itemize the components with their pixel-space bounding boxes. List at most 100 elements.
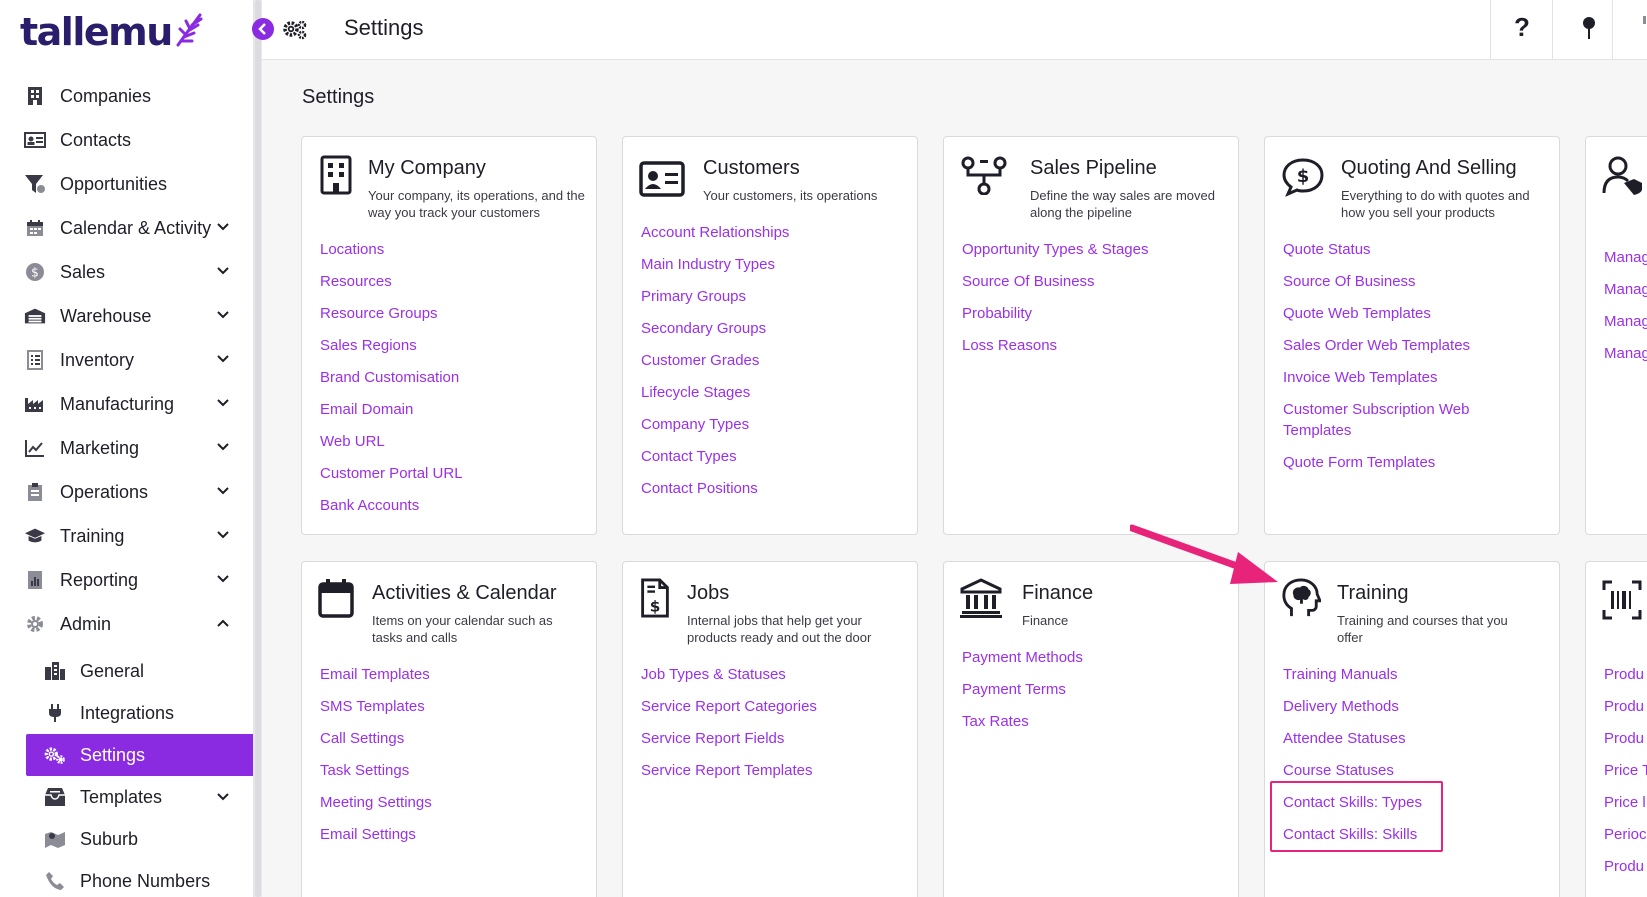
sidebar-item-companies[interactable]: Companies — [0, 74, 253, 118]
settings-link[interactable]: Email Domain — [320, 399, 590, 420]
settings-link[interactable]: Locations — [320, 239, 590, 260]
settings-link[interactable]: Opportunity Types & Stages — [962, 239, 1232, 260]
sidebar-item-operations[interactable]: Operations — [0, 470, 253, 514]
collapse-sidebar-button[interactable] — [252, 18, 274, 40]
settings-link[interactable]: Account Relationships — [641, 222, 911, 243]
sidebar-item-opportunities[interactable]: Opportunities — [0, 162, 253, 206]
settings-link[interactable]: Payment Terms — [962, 679, 1232, 700]
chevron-down-icon[interactable] — [216, 308, 230, 322]
settings-link[interactable]: Payment Methods — [962, 647, 1232, 668]
settings-link[interactable]: Quote Web Templates — [1283, 303, 1493, 324]
settings-link[interactable]: Email Settings — [320, 824, 590, 845]
settings-link[interactable]: Task Settings — [320, 760, 590, 781]
settings-link[interactable]: Service Report Categories — [641, 696, 911, 717]
sidebar-subitem-integrations[interactable]: Integrations — [0, 692, 253, 734]
sidebar-subitem-suburb[interactable]: Suburb — [0, 818, 253, 860]
settings-link[interactable]: Resource Groups — [320, 303, 590, 324]
chevron-down-icon[interactable] — [216, 484, 230, 498]
settings-link[interactable]: Sales Order Web Templates — [1283, 335, 1493, 356]
settings-link[interactable]: Probability — [962, 303, 1232, 324]
settings-link[interactable]: Produ — [1604, 856, 1647, 877]
sidebar-item-warehouse[interactable]: Warehouse — [0, 294, 253, 338]
settings-link[interactable]: Resources — [320, 271, 590, 292]
sidebar-subitem-phone-numbers[interactable]: Phone Numbers — [0, 860, 253, 897]
chevron-down-icon[interactable] — [216, 352, 230, 366]
logo[interactable]: tallemu — [20, 8, 204, 56]
settings-link[interactable]: Bank Accounts — [320, 495, 590, 516]
settings-link[interactable]: Attendee Statuses — [1283, 728, 1553, 749]
scrollbar-thumb[interactable] — [255, 0, 261, 897]
settings-link[interactable]: Lifecycle Stages — [641, 382, 911, 403]
settings-link[interactable]: Primary Groups — [641, 286, 911, 307]
chevron-down-icon[interactable] — [216, 790, 230, 804]
sidebar-item-inventory[interactable]: Inventory — [0, 338, 253, 382]
pin-icon[interactable] — [1582, 16, 1596, 40]
settings-link[interactable]: Perioc — [1604, 824, 1647, 845]
settings-link[interactable]: Job Types & Statuses — [641, 664, 911, 685]
settings-link[interactable]: Manag — [1604, 311, 1647, 332]
settings-link[interactable]: Price T — [1604, 760, 1647, 781]
chevron-down-icon[interactable] — [216, 220, 230, 234]
sidebar-item-marketing[interactable]: Marketing — [0, 426, 253, 470]
settings-link[interactable]: Price l — [1604, 792, 1647, 813]
settings-link[interactable]: Secondary Groups — [641, 318, 911, 339]
settings-link[interactable]: Manag — [1604, 279, 1647, 300]
settings-link[interactable]: Customer Grades — [641, 350, 911, 371]
settings-link[interactable]: Meeting Settings — [320, 792, 590, 813]
id-card-icon — [639, 161, 685, 197]
settings-link[interactable]: Training Manuals — [1283, 664, 1553, 685]
sidebar-item-calendar-activity[interactable]: Calendar & Activity — [0, 206, 253, 250]
settings-link[interactable]: Source Of Business — [962, 271, 1232, 292]
help-button[interactable]: ? — [1514, 12, 1530, 43]
settings-link[interactable]: Web URL — [320, 431, 590, 452]
settings-link[interactable]: SMS Templates — [320, 696, 590, 717]
sidebar-scrollbar[interactable] — [254, 0, 262, 897]
sidebar-item-reporting[interactable]: Reporting — [0, 558, 253, 602]
sidebar-subitem-general[interactable]: General — [0, 650, 253, 692]
chevron-down-icon[interactable] — [216, 572, 230, 586]
sidebar-item-sales[interactable]: $ Sales — [0, 250, 253, 294]
settings-link[interactable]: Produ — [1604, 728, 1647, 749]
settings-link[interactable]: Customer Portal URL — [320, 463, 590, 484]
settings-link[interactable]: Email Templates — [320, 664, 590, 685]
card-description: Internal jobs that help get your product… — [687, 613, 872, 645]
settings-link[interactable]: Contact Positions — [641, 478, 911, 499]
settings-link[interactable]: Quote Form Templates — [1283, 452, 1493, 473]
settings-link[interactable]: Customer Subscription Web Templates — [1283, 399, 1493, 441]
settings-link[interactable]: Invoice Web Templates — [1283, 367, 1493, 388]
chevron-down-icon[interactable] — [216, 396, 230, 410]
settings-link[interactable]: Main Industry Types — [641, 254, 911, 275]
settings-link[interactable]: Produ — [1604, 664, 1647, 685]
sidebar-item-contacts[interactable]: Contacts — [0, 118, 253, 162]
settings-link[interactable]: Course Statuses — [1283, 760, 1553, 781]
sidebar-item-training[interactable]: Training — [0, 514, 253, 558]
sidebar-item-manufacturing[interactable]: Manufacturing — [0, 382, 253, 426]
settings-link[interactable]: Call Settings — [320, 728, 590, 749]
settings-link[interactable]: Source Of Business — [1283, 271, 1493, 292]
contact-skills-skills-link[interactable]: Contact Skills: Skills — [1283, 824, 1553, 845]
settings-link[interactable]: Service Report Fields — [641, 728, 911, 749]
sidebar-subitem-settings[interactable]: Settings — [26, 734, 253, 776]
card-links: Job Types & Statuses Service Report Cate… — [641, 664, 911, 792]
settings-link[interactable]: Tax Rates — [962, 711, 1232, 732]
settings-link[interactable]: Company Types — [641, 414, 911, 435]
chevron-down-icon[interactable] — [216, 264, 230, 278]
sidebar-subitem-templates[interactable]: Templates — [0, 776, 253, 818]
settings-link[interactable]: Service Report Templates — [641, 760, 911, 781]
settings-link[interactable]: Delivery Methods — [1283, 696, 1553, 717]
contact-skills-types-link[interactable]: Contact Skills: Types — [1283, 792, 1553, 813]
chevron-down-icon[interactable] — [216, 440, 230, 454]
settings-link[interactable]: Brand Customisation — [320, 367, 590, 388]
settings-link[interactable]: Quote Status — [1283, 239, 1493, 260]
chevron-up-icon[interactable] — [216, 616, 230, 630]
more-icon[interactable] — [1640, 16, 1647, 44]
settings-link[interactable]: Loss Reasons — [962, 335, 1232, 356]
settings-link[interactable]: Contact Types — [641, 446, 911, 467]
sidebar-item-admin[interactable]: Admin — [0, 602, 253, 646]
settings-link[interactable]: Sales Regions — [320, 335, 590, 356]
settings-link[interactable]: Produ — [1604, 696, 1647, 717]
chevron-down-icon[interactable] — [216, 528, 230, 542]
settings-link[interactable]: Manag — [1604, 343, 1647, 364]
card-links: Opportunity Types & Stages Source Of Bus… — [962, 239, 1232, 367]
settings-link[interactable]: Manag — [1604, 247, 1647, 268]
